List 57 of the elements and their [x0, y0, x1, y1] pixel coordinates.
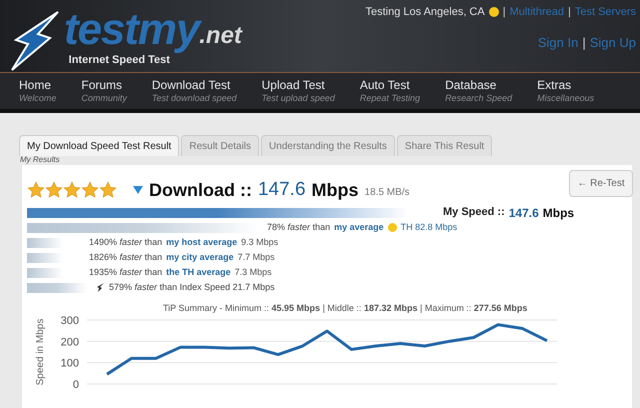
comparison-value: TH 82.8 Mbps — [400, 220, 458, 234]
nav-item[interactable]: Database Research Speed — [445, 78, 512, 104]
speed-bar — [27, 268, 63, 278]
nav-item[interactable]: Home Welcome — [19, 78, 56, 104]
comparison-text: 1826% faster than — [89, 250, 162, 264]
speed-bar — [27, 282, 87, 292]
nav-item[interactable]: Extras Miscellaneous — [537, 78, 594, 104]
download-unit: Mbps — [312, 178, 359, 202]
down-arrow-icon — [133, 185, 143, 196]
star-icon — [81, 181, 99, 200]
bolt-icon — [97, 283, 105, 292]
my-speed-label: My Speed :: — [443, 205, 505, 220]
logo-text: testmy — [64, 8, 200, 52]
axis-tick-label: 200 — [60, 336, 79, 348]
star-icon — [63, 181, 81, 200]
download-title: Download :: — [149, 178, 252, 202]
comparison-text: 78% faster than — [267, 220, 330, 234]
axis-tick-label: 0 — [72, 379, 79, 391]
average-link[interactable]: my city average — [166, 250, 234, 264]
nav-item[interactable]: Forums Community — [81, 78, 127, 104]
separator: | — [502, 5, 506, 20]
star-icon — [99, 181, 117, 200]
logo-tagline: Internet Speed Test — [68, 54, 170, 68]
tab[interactable]: Result Details — [181, 135, 260, 156]
tab[interactable]: My Download Speed Test Result — [19, 135, 180, 156]
download-speed: 147.6 — [258, 178, 306, 202]
comparison-text: 1935% faster than — [89, 266, 162, 279]
nav-item[interactable]: Upload Test Test upload speed — [262, 78, 335, 104]
tab[interactable]: Share This Result — [396, 135, 492, 156]
summary-text: TiP Summary - Minimum :: 45.95 Mbps | Middle :: 187.32 Mbps | Maximum :: 277.56 Mbps — [163, 302, 528, 315]
comparison-text: 1490% faster than — [89, 236, 162, 249]
average-link[interactable]: my average — [334, 220, 384, 234]
tab[interactable]: Understanding the Results — [261, 135, 395, 156]
comparison-text: 579% faster than Index Speed 21.7 Mbps — [109, 280, 275, 294]
comparison-value: 9.3 Mbps — [241, 236, 278, 249]
separator: | — [568, 5, 571, 20]
my-speed-value: 147.6 — [508, 204, 539, 222]
my-speed-unit: Mbps — [542, 204, 574, 222]
comparison-value: 7.7 Mbps — [238, 250, 275, 264]
logo-domain: .net — [199, 24, 242, 48]
average-link[interactable]: my host average — [166, 236, 238, 250]
speed-bar — [27, 238, 63, 248]
average-link[interactable]: the TH average — [166, 266, 231, 280]
speed-bar — [27, 252, 63, 262]
star-icon — [27, 181, 45, 200]
star-icon — [45, 181, 63, 200]
axis-label: Speed in Mbps — [35, 318, 46, 386]
comparison-value: 7.3 Mbps — [234, 266, 272, 279]
axis-tick-label: 300 — [60, 315, 79, 327]
location-text: Testing Los Angeles, CA — [365, 5, 485, 20]
separator: | — [582, 34, 586, 52]
retest-button[interactable]: ← Re-Test — [569, 170, 633, 197]
section-label: My Results — [20, 156, 61, 164]
nav-item[interactable]: Download Test Test download speed — [152, 78, 237, 104]
axis-tick-label: 100 — [60, 358, 79, 370]
nav-item[interactable]: Auto Test Repeat Testing — [360, 78, 420, 104]
megabytes-text: 18.5 MB/s — [364, 186, 410, 200]
